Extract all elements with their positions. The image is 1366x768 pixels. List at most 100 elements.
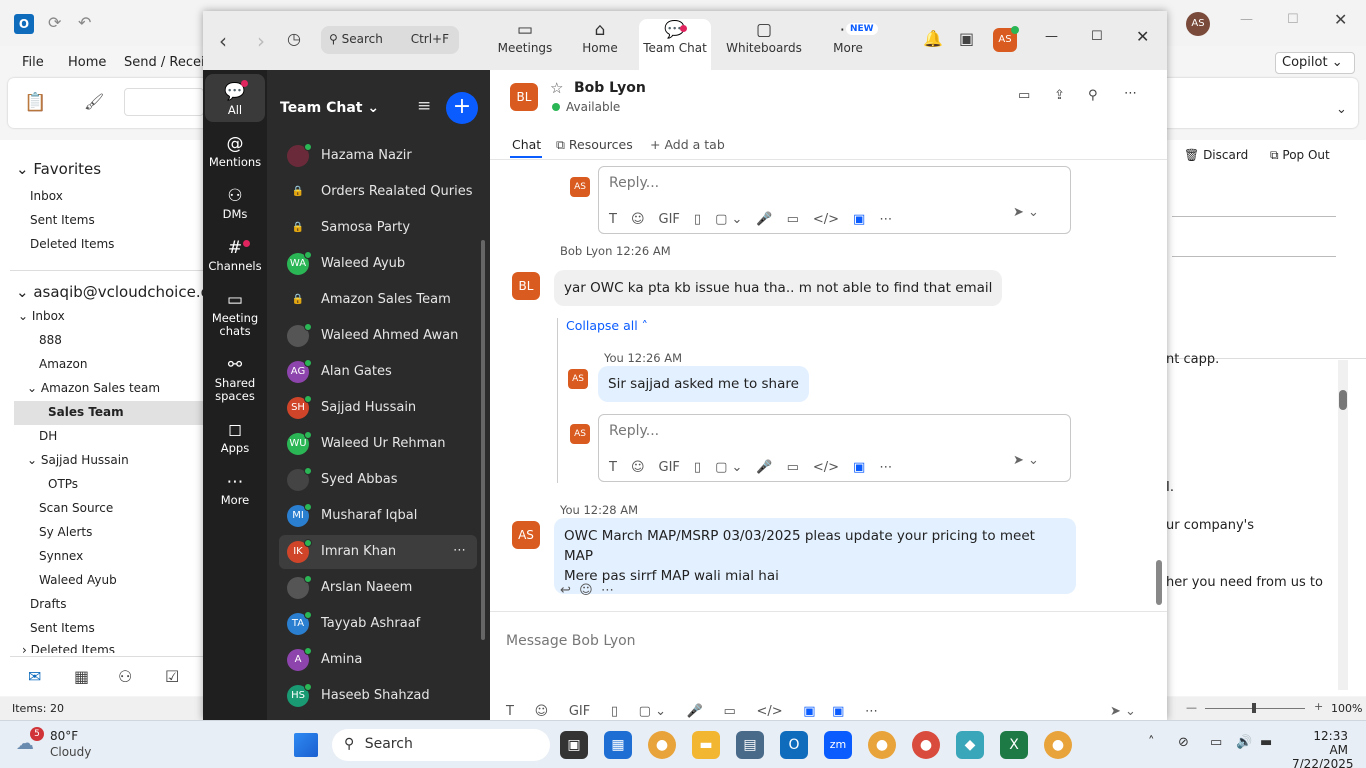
contact-item[interactable]: Syed Abbas <box>279 463 477 497</box>
history-icon[interactable]: ◷ <box>287 29 301 48</box>
discard-button[interactable]: 🗑 Discard <box>1184 148 1248 162</box>
rail-channels[interactable]: # Channels <box>205 236 265 273</box>
sync-icon[interactable]: ⟳ <box>48 13 61 32</box>
tab-more[interactable]: ⋯More NEW <box>818 19 878 70</box>
send-icon[interactable]: ➤ ⌄ <box>1110 704 1136 719</box>
tray-chevron-icon[interactable]: ˄ <box>1148 735 1155 750</box>
folder-waleed-ayub[interactable]: Waleed Ayub <box>39 573 117 587</box>
weather-widget[interactable]: ☁ 5 80°F Cloudy <box>16 727 126 761</box>
folder-sajjad[interactable]: ⌄ Sajjad Hussain <box>27 453 129 467</box>
volume-icon[interactable]: 🔊 <box>1236 735 1252 750</box>
message-actions[interactable]: ↩ ☺ ⋯ <box>560 583 614 598</box>
close-icon[interactable]: ✕ <box>1334 10 1347 29</box>
reading-scrollbar[interactable] <box>1338 360 1348 690</box>
chrome-icon[interactable]: ● <box>648 731 676 759</box>
contact-item[interactable]: TA Tayyab Ashraaf <box>279 607 477 641</box>
message-bubble[interactable]: yar OWC ka pta kb issue hua tha.. m not … <box>554 270 1003 306</box>
rail-more[interactable]: ⋯ More <box>205 470 265 507</box>
folder-drafts[interactable]: Drafts <box>30 597 67 611</box>
folder-dh[interactable]: DH <box>39 429 57 443</box>
contact-item[interactable]: Hazama Nazir <box>279 139 477 173</box>
contact-item[interactable]: 🔒 Amazon Sales Team <box>279 283 477 317</box>
folder-sales-team[interactable]: Sales Team <box>14 401 205 425</box>
tab-home[interactable]: ⌂ Home <box>565 19 635 70</box>
chrome-icon[interactable]: ● <box>1044 731 1072 759</box>
start-icon[interactable] <box>294 733 318 757</box>
calendar-icon[interactable]: ▣ <box>959 29 974 48</box>
mail-icon[interactable]: ✉ <box>28 667 41 686</box>
menu-file[interactable]: File <box>22 55 44 70</box>
task-view-icon[interactable]: ▣ <box>560 731 588 759</box>
folder-deleted-fav[interactable]: Deleted Items <box>30 237 114 251</box>
tab-add[interactable]: + Add a tab <box>650 137 725 152</box>
excel-icon[interactable]: X <box>1000 731 1028 759</box>
tab-meetings[interactable]: ▭ Meetings <box>490 19 560 70</box>
taskbar-search[interactable]: ⚲ Search <box>332 729 550 761</box>
contact-item[interactable]: 🔒 Orders Realated Quries <box>279 175 477 209</box>
chat-header-avatar[interactable]: BL <box>510 83 538 111</box>
people-icon[interactable]: ⚇ <box>118 667 132 686</box>
user-avatar-outlook[interactable]: AS <box>1186 12 1210 36</box>
new-chat-button[interactable]: + <box>446 92 478 124</box>
tasks-icon[interactable]: ☑ <box>165 667 179 686</box>
folder-sent[interactable]: Sent Items <box>30 621 95 635</box>
folder-synnex[interactable]: Synnex <box>39 549 83 563</box>
send-icon[interactable]: ➤ ⌄ <box>1013 205 1039 220</box>
contact-item[interactable]: 🔒 Samosa Party <box>279 211 477 245</box>
folder-inbox[interactable]: ⌄ Inbox <box>18 309 65 323</box>
minimize-icon[interactable]: — <box>1045 29 1058 44</box>
contact-item[interactable]: AG Alan Gates <box>279 355 477 389</box>
network-icon[interactable]: ⊘ <box>1178 735 1189 750</box>
more-options-icon[interactable]: ⋯ <box>453 543 466 558</box>
maximize-icon[interactable]: ☐ <box>1091 29 1103 44</box>
sender-avatar[interactable]: BL <box>512 272 540 300</box>
rail-dms[interactable]: ⚇ DMs <box>205 184 265 221</box>
battery-icon[interactable]: ▬ <box>1260 735 1272 750</box>
rail-meeting-chats[interactable]: ▭ Meeting chats <box>205 288 265 338</box>
filter-icon[interactable]: ≡ <box>417 96 431 116</box>
rail-apps[interactable]: ◻ Apps <box>205 418 265 455</box>
share-screen-icon[interactable]: ⇪ <box>1054 88 1065 103</box>
rail-mentions[interactable]: @ Mentions <box>205 132 265 169</box>
folder-sent-fav[interactable]: Sent Items <box>30 213 95 227</box>
message-bubble[interactable]: Sir sajjad asked me to share <box>598 366 809 402</box>
popout-button[interactable]: ⧉ Pop Out <box>1270 148 1330 163</box>
clock[interactable]: 12:33 AM 7/22/2025 <box>1292 729 1354 768</box>
contact-item[interactable]: MI Musharaf Iqbal <box>279 499 477 533</box>
list-scrollbar[interactable] <box>481 240 485 640</box>
folder-otps[interactable]: OTPs <box>48 477 78 491</box>
star-icon[interactable]: ☆ <box>550 79 563 97</box>
folder-deleted[interactable]: › Deleted Items <box>22 643 115 653</box>
reply-box[interactable]: Reply... T ☺ GIF ▯ ▢ ⌄ 🎤 ▭ </> ▣ ⋯ ➤ ⌄ <box>598 414 1071 482</box>
more-options-icon[interactable]: ⋯ <box>1124 86 1137 101</box>
contact-item[interactable]: SH Sajjad Hussain <box>279 391 477 425</box>
contact-item[interactable]: WU Waleed Ur Rehman <box>279 427 477 461</box>
message-composer[interactable]: Message Bob Lyon <box>506 633 636 649</box>
undo-icon[interactable]: ↶ <box>78 13 91 32</box>
menu-send-receive[interactable]: Send / Receiv <box>124 55 212 70</box>
folder-scan-source[interactable]: Scan Source <box>39 501 113 515</box>
chat-header-name[interactable]: Bob Lyon <box>574 80 646 96</box>
close-icon[interactable]: ✕ <box>1136 27 1149 46</box>
contact-item[interactable]: HS Haseeb Shahzad <box>279 679 477 713</box>
paste-icon[interactable]: 📋 <box>24 92 46 113</box>
chrome-icon[interactable]: ● <box>868 731 896 759</box>
chrome-icon[interactable]: ● <box>912 731 940 759</box>
explorer-icon[interactable]: ▬ <box>692 731 720 759</box>
bell-icon[interactable]: 🔔 <box>923 29 943 48</box>
back-icon[interactable]: ‹ <box>219 29 227 53</box>
format-painter-icon[interactable]: 🖌 <box>84 92 104 111</box>
ribbon-expand-icon[interactable]: ⌄ <box>1336 102 1347 117</box>
minimize-icon[interactable]: — <box>1240 12 1253 27</box>
display-icon[interactable]: ▭ <box>1210 735 1222 750</box>
contact-item[interactable]: A Amina <box>279 643 477 677</box>
chat-scrollbar[interactable] <box>1156 560 1162 605</box>
tab-chat[interactable]: Chat <box>512 137 541 152</box>
tab-resources[interactable]: ⧉ Resources <box>556 137 633 153</box>
folder-amazon-sales-team[interactable]: ⌄ Amazon Sales team <box>27 381 160 395</box>
forward-icon[interactable]: › <box>257 29 265 53</box>
folder-inbox-fav[interactable]: Inbox <box>30 189 63 203</box>
maximize-icon[interactable]: ☐ <box>1287 12 1299 27</box>
zoom-icon[interactable]: zm <box>824 731 852 759</box>
search-input[interactable]: ⚲ Search Ctrl+F <box>321 26 459 54</box>
